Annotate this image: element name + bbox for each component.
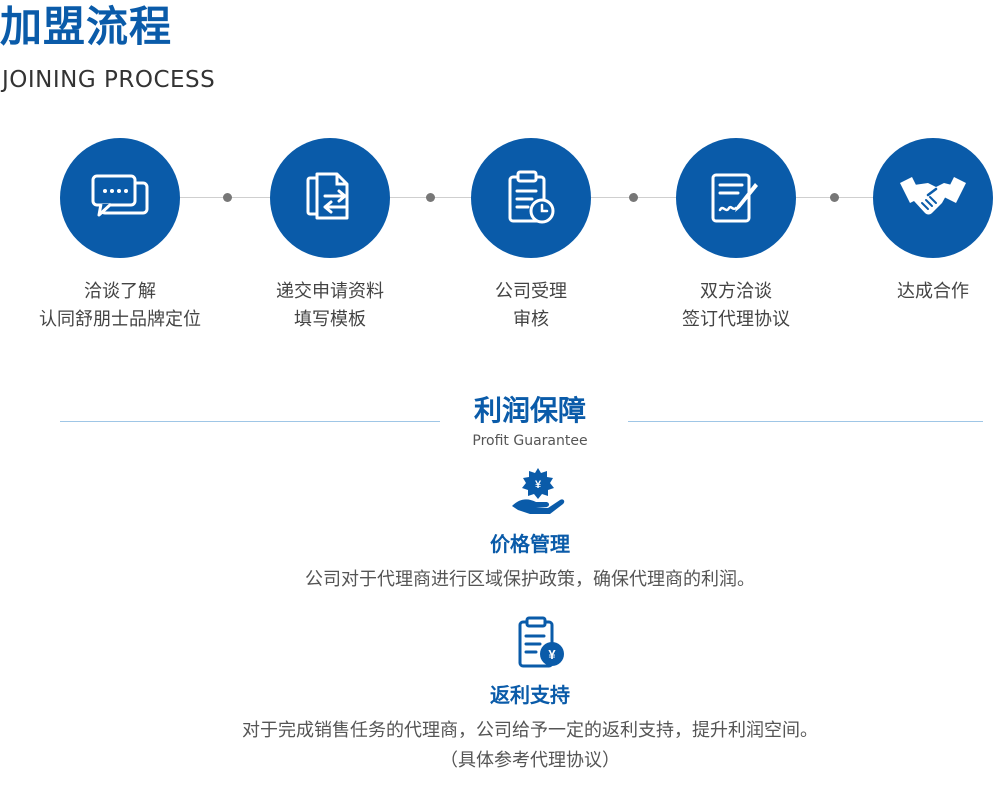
connector-dot [830,193,839,202]
step-1-line2: 认同舒朋士品牌定位 [39,309,201,330]
section-subtitle: Profit Guarantee [472,433,588,449]
section-divider-left [60,421,440,422]
document-exchange-icon [306,172,349,220]
step-3-line2: 审核 [513,309,549,330]
section-divider-right [628,421,983,422]
connector-dot [426,193,435,202]
item-desc-rebate-note: （具体参考代理协议） [440,750,620,771]
page-subtitle: JOINING PROCESS [2,67,216,93]
step-1-text: 洽谈了解 认同舒朋士品牌定位 [10,278,230,334]
step-4-line2: 签订代理协议 [682,309,790,330]
step-4-circle [676,138,796,258]
item-title-price: 价格管理 [490,532,570,556]
clipboard-clock-icon [508,170,555,224]
step-2-circle [270,138,390,258]
handshake-icon [900,177,966,215]
step-1-line1: 洽谈了解 [84,281,156,302]
price-hand-icon: ¥ [510,466,566,520]
step-4-text: 双方洽谈 签订代理协议 [626,278,846,334]
step-5-text: 达成合作 [823,278,1001,306]
step-2-line1: 递交申请资料 [276,281,384,302]
step-5-line1: 达成合作 [897,281,969,302]
step-3-text: 公司受理 审核 [421,278,641,334]
connector-dot [629,193,638,202]
rebate-document-icon: ¥ [516,616,566,674]
contract-sign-icon [711,173,758,223]
step-2-line2: 填写模板 [294,309,366,330]
chat-bubbles-icon [91,174,149,217]
step-4-line1: 双方洽谈 [700,281,772,302]
page-title: 加盟流程 [0,2,173,51]
step-3-line1: 公司受理 [495,281,567,302]
svg-text:¥: ¥ [548,647,556,662]
item-desc-rebate: 对于完成销售任务的代理商，公司给予一定的返利支持，提升利润空间。 [242,720,818,741]
item-title-rebate: 返利支持 [490,683,570,707]
step-2-text: 递交申请资料 填写模板 [220,278,440,334]
step-1-circle [60,138,180,258]
item-desc-price: 公司对于代理商进行区域保护政策，确保代理商的利润。 [305,569,755,590]
svg-text:¥: ¥ [535,479,542,491]
step-5-circle [873,138,993,258]
step-3-circle [471,138,591,258]
connector-dot [223,193,232,202]
section-title: 利润保障 [473,394,586,427]
